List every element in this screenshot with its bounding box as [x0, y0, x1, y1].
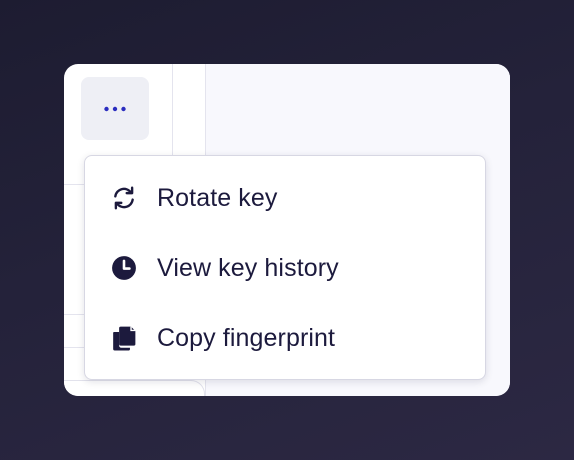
rotate-icon [110, 184, 138, 212]
menu-item-label: Rotate key [157, 183, 278, 212]
actions-menu: Rotate key View key history Copy fingerp… [84, 155, 486, 380]
menu-item-label: Copy fingerprint [157, 323, 336, 352]
copy-icon [110, 324, 138, 352]
menu-item-view-key-history[interactable]: View key history [85, 240, 485, 296]
clock-icon [110, 254, 138, 282]
more-actions-button[interactable] [81, 77, 149, 140]
menu-item-copy-fingerprint[interactable]: Copy fingerprint [85, 310, 485, 366]
table-footer-edge [64, 380, 205, 396]
more-horizontal-icon [104, 106, 126, 111]
menu-item-rotate-key[interactable]: Rotate key [85, 170, 485, 226]
menu-item-label: View key history [157, 253, 339, 282]
